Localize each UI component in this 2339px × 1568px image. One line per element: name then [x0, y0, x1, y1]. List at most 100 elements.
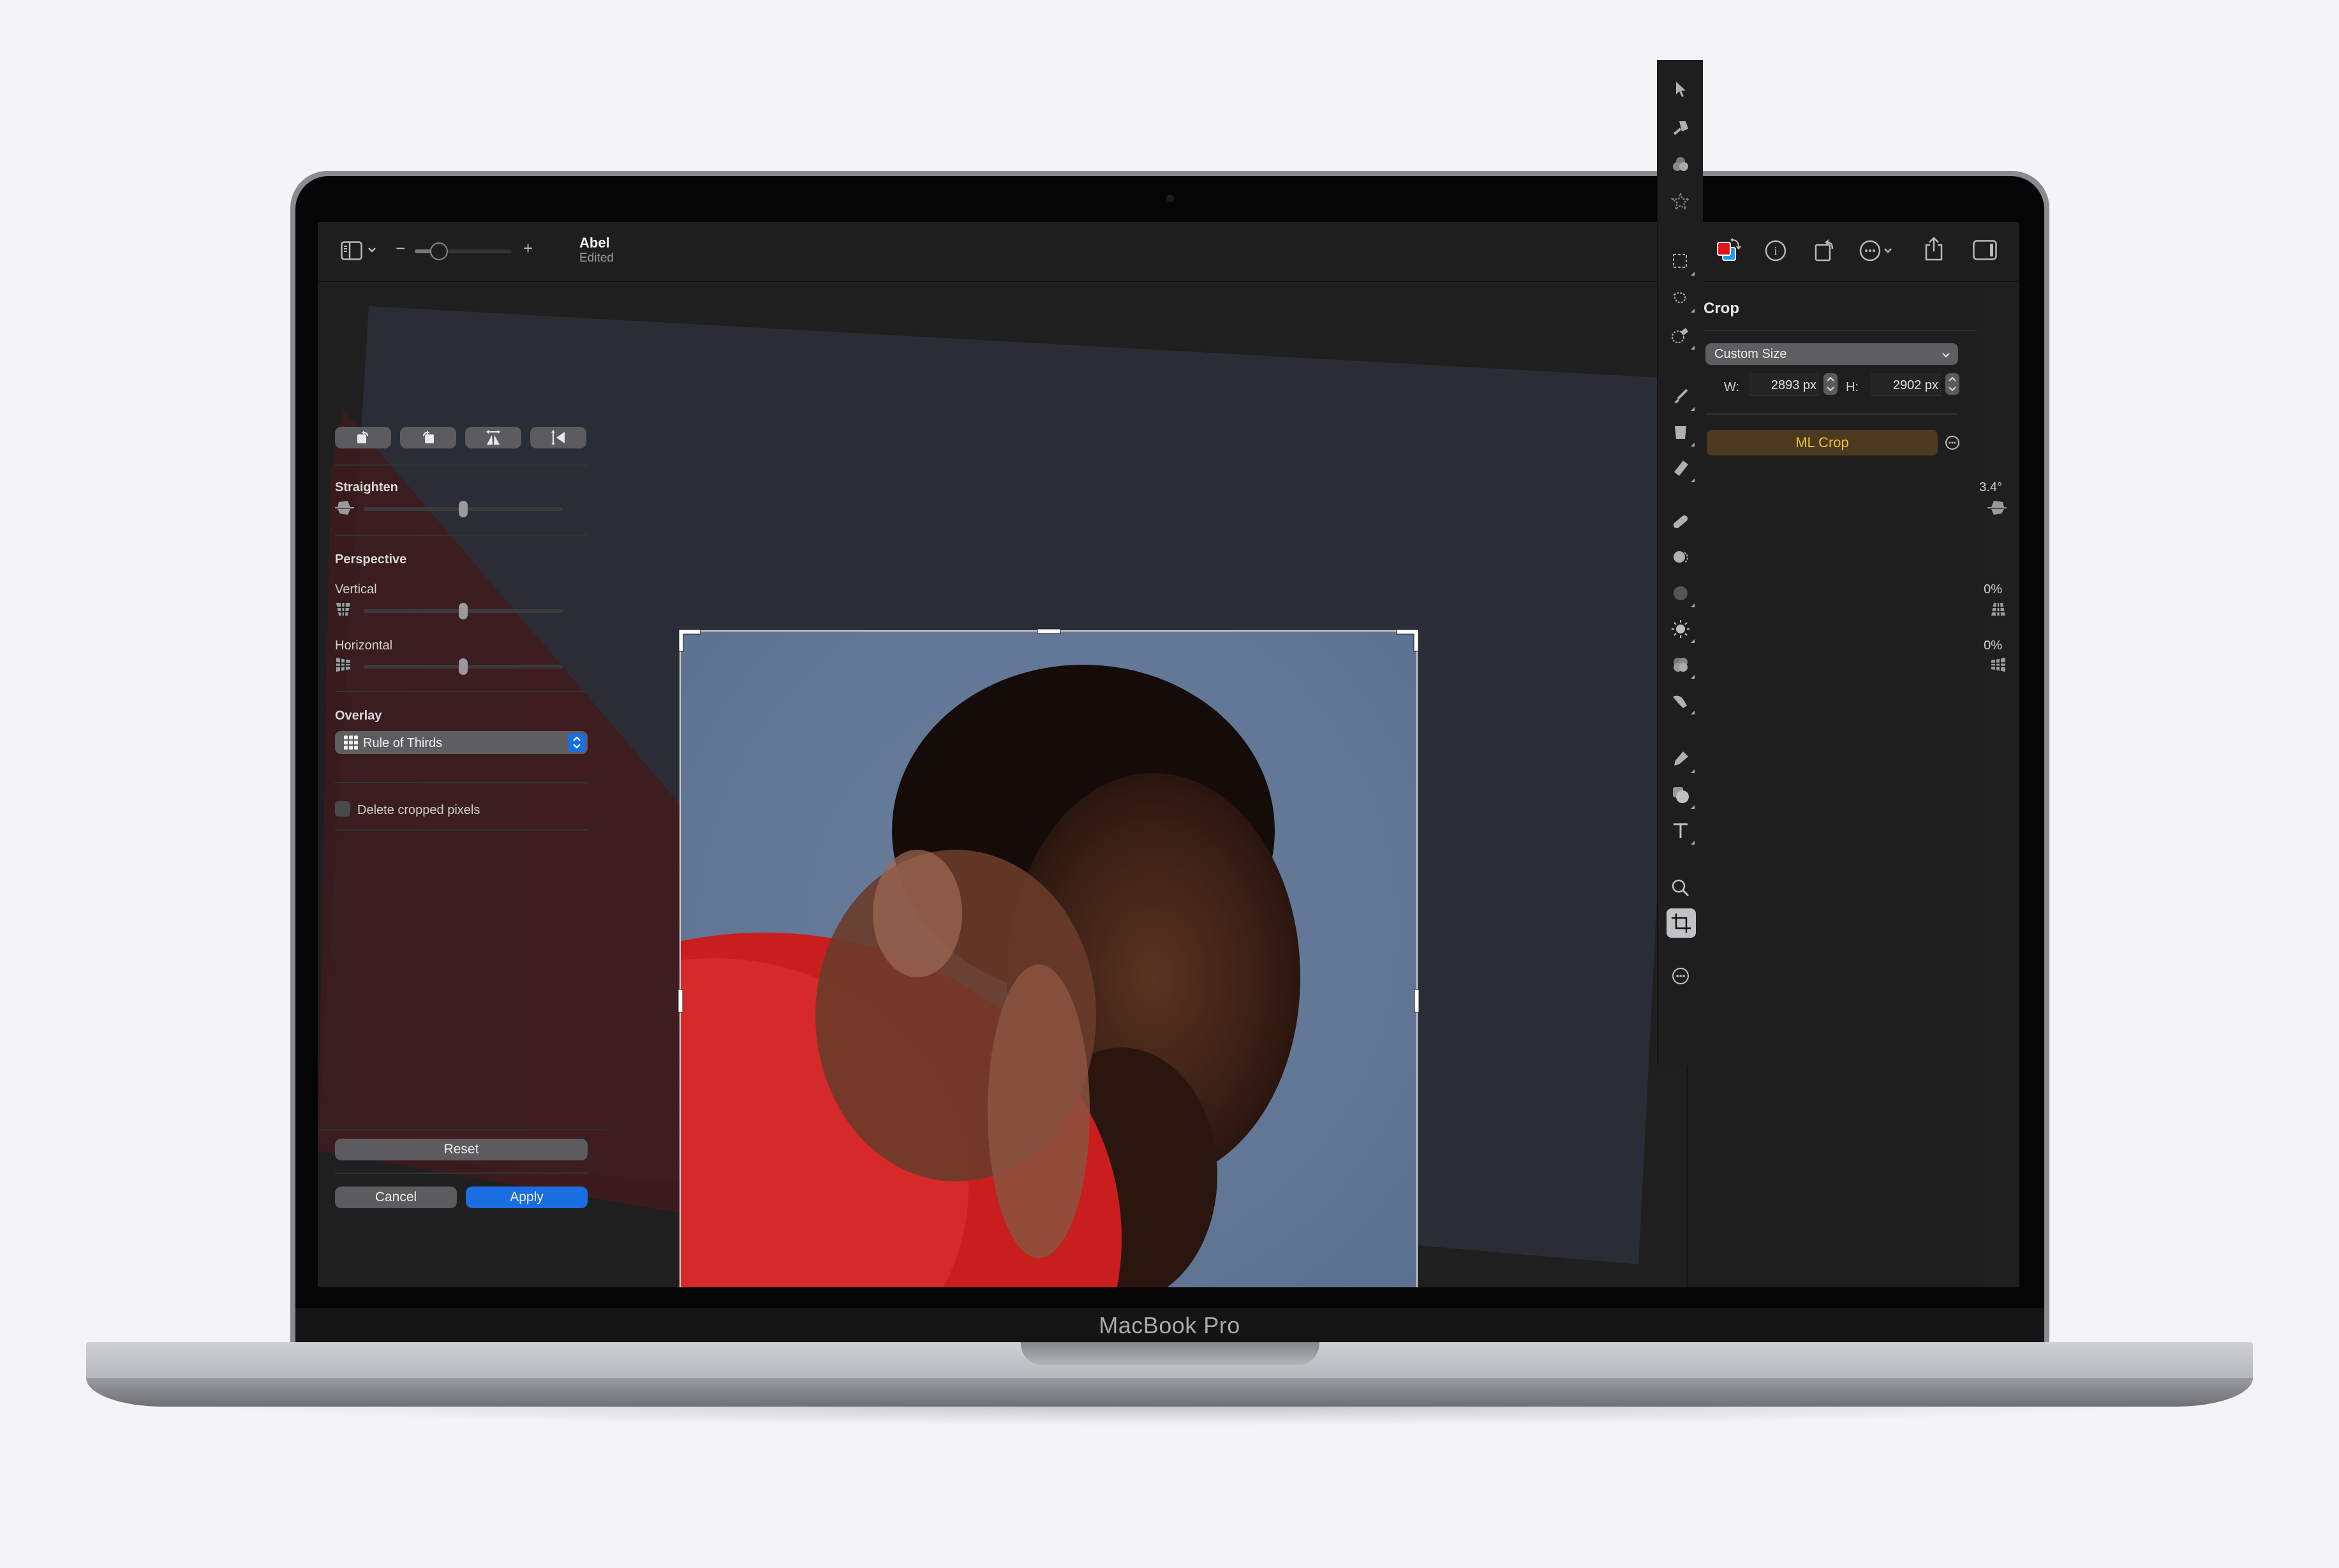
zoom-in-button[interactable]: + — [523, 239, 533, 258]
color-blend-icon[interactable] — [1670, 655, 1695, 679]
horizontal-value: 0% — [1984, 639, 2002, 653]
divider — [318, 1129, 606, 1130]
overlay-label: Overlay — [335, 709, 382, 723]
select-stepper-icon — [568, 733, 586, 752]
ml-crop-options-icon[interactable] — [1945, 435, 1960, 454]
delete-cropped-checkbox[interactable] — [335, 801, 350, 817]
ml-crop-label: ML Crop — [1795, 434, 1849, 450]
app-window: − + Abel Edited i Crop Custom Size W: 28… — [318, 222, 2019, 1287]
eraser-icon[interactable] — [1670, 458, 1695, 482]
more-tools-icon[interactable] — [1670, 966, 1691, 986]
straighten-slider-thumb[interactable] — [459, 501, 468, 517]
flip-vertical-button[interactable] — [530, 427, 586, 448]
reset-button[interactable]: Reset — [335, 1139, 588, 1160]
canvas[interactable] — [318, 282, 1686, 1287]
horizontal-label: Horizontal — [335, 639, 393, 653]
color-adjust-icon[interactable] — [1670, 154, 1691, 175]
rotate-right-button[interactable] — [400, 427, 456, 448]
divider — [1705, 413, 1958, 415]
straighten-left-icon — [335, 499, 354, 519]
divider — [335, 829, 588, 831]
vertical-slider-thumb[interactable] — [459, 603, 468, 619]
cancel-button[interactable]: Cancel — [335, 1187, 457, 1208]
share-icon[interactable] — [1924, 236, 1943, 265]
height-stepper[interactable] — [1945, 373, 1959, 395]
size-preset-value: Custom Size — [1714, 347, 1787, 361]
paint-bucket-icon[interactable] — [1670, 422, 1695, 447]
pen-icon[interactable] — [1670, 749, 1695, 773]
zoom-slider-thumb[interactable] — [430, 242, 448, 260]
paint-brush-style-icon[interactable] — [1670, 117, 1691, 138]
crop-panel: Crop Custom Size W: 2893 px H: 2902 px M… — [1686, 282, 1977, 1287]
magic-select-icon[interactable] — [1670, 325, 1695, 350]
overlay-value: Rule of Thirds — [363, 736, 443, 750]
delete-cropped-label: Delete cropped pixels — [357, 803, 480, 817]
size-preset-dropdown[interactable]: Custom Size — [1705, 343, 1958, 365]
overlay-select[interactable]: Rule of Thirds — [335, 731, 588, 754]
vertical-left-icon — [335, 600, 352, 621]
panel-title: Crop — [1704, 300, 1739, 317]
smudge-icon[interactable] — [1670, 690, 1695, 714]
vertical-right-icon — [1990, 600, 2007, 621]
clone-icon[interactable] — [1670, 547, 1691, 568]
vertical-value: 0% — [1984, 582, 2002, 596]
color-swap-icon[interactable] — [1716, 237, 1743, 267]
svg-text:i: i — [1774, 244, 1778, 258]
zoom-icon[interactable] — [1670, 878, 1691, 898]
laptop-notch — [1021, 1342, 1319, 1365]
arrow-pointer-icon[interactable] — [1670, 79, 1691, 100]
lasso-select-icon[interactable] — [1670, 288, 1695, 313]
more-icon[interactable] — [1859, 240, 1897, 265]
bandage-icon[interactable] — [1670, 512, 1691, 532]
shape-icon[interactable] — [1670, 785, 1695, 809]
rect-select-icon[interactable] — [1670, 251, 1695, 276]
perspective-label: Perspective — [335, 552, 407, 566]
document-title: Abel — [579, 235, 610, 251]
sidebar-toggle-icon[interactable] — [341, 241, 362, 263]
width-stepper[interactable] — [1823, 373, 1838, 395]
brush-icon[interactable] — [1670, 387, 1695, 411]
straighten-value: 3.4° — [1979, 480, 2002, 494]
rotate-left-button[interactable] — [335, 427, 391, 448]
info-icon[interactable]: i — [1765, 240, 1786, 265]
height-input[interactable]: 2902 px — [1871, 373, 1941, 396]
zoom-out-button[interactable]: − — [396, 239, 405, 258]
divider — [1688, 330, 1977, 331]
divider — [335, 535, 588, 536]
flip-vertical-icon — [551, 430, 565, 445]
width-input[interactable]: 2893 px — [1749, 373, 1819, 396]
laptop-shadow — [191, 1407, 2148, 1426]
height-label: H: — [1846, 380, 1859, 394]
noise-icon[interactable] — [1670, 583, 1695, 607]
grid-icon — [344, 736, 358, 753]
divider — [335, 691, 588, 692]
straighten-right-icon — [1987, 499, 2007, 519]
light-icon[interactable] — [1670, 619, 1695, 643]
ml-crop-button[interactable]: ML Crop — [1707, 430, 1938, 455]
effects-star-icon[interactable] — [1670, 191, 1691, 212]
apply-button[interactable]: Apply — [466, 1187, 588, 1208]
text-icon[interactable] — [1670, 820, 1695, 845]
straighten-label: Straighten — [335, 480, 398, 494]
crop-icon[interactable] — [1667, 908, 1696, 938]
rotate-icon[interactable] — [1815, 237, 1835, 265]
width-label: W: — [1724, 380, 1740, 394]
horizontal-slider-thumb[interactable] — [459, 658, 468, 675]
flip-horizontal-button[interactable] — [465, 427, 521, 448]
brand-label: MacBook Pro — [1099, 1312, 1240, 1338]
rotate-right-icon — [423, 431, 434, 443]
zoom-slider[interactable] — [415, 242, 512, 260]
inspector-toggle-icon[interactable] — [1973, 240, 1997, 263]
horizontal-left-icon — [334, 656, 352, 676]
document-status: Edited — [579, 251, 614, 265]
crop-handle-right — [1414, 989, 1420, 1013]
chevron-down-icon[interactable] — [368, 245, 376, 256]
vertical-label: Vertical — [335, 582, 377, 596]
camera — [1166, 195, 1174, 202]
tool-strip — [1657, 60, 1703, 1065]
horizontal-right-icon — [1989, 656, 2007, 676]
toolbar: − + Abel Edited i — [318, 222, 2019, 282]
width-value: 2893 px — [1771, 378, 1816, 392]
crop-handle-top — [1037, 628, 1061, 634]
crop-handle-left — [678, 989, 683, 1013]
